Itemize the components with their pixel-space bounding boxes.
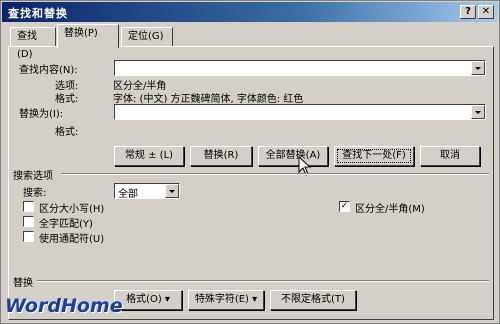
normal-button[interactable]: 常规 ± (L) — [114, 146, 184, 166]
special-button[interactable]: 特殊字符(E) ▾ — [188, 290, 264, 310]
tab-goto[interactable]: 定位(G) — [121, 27, 173, 47]
full-half-width-checkbox[interactable]: ✓ — [339, 201, 350, 212]
replace-history-dropdown[interactable] — [471, 105, 485, 119]
find-replace-dialog: 查找和替换 ? ✕ 查找(D) 替换(P) 定位(G) 查找内容(N): 选项:… — [0, 0, 500, 324]
tab-replace[interactable]: 替换(P) — [57, 24, 119, 48]
search-scope-select[interactable]: 全部 — [114, 183, 180, 200]
find-input[interactable] — [114, 60, 486, 76]
title-bar: 查找和替换 ? ✕ — [2, 2, 498, 22]
full-half-width-label[interactable]: 区分全/半角(M) — [355, 200, 425, 215]
search-scope-label: 搜索: — [23, 188, 47, 199]
whole-word-label[interactable]: 全字匹配(Y) — [39, 215, 93, 230]
cancel-button[interactable]: 取消 — [420, 146, 480, 166]
replace-button[interactable]: 替换(R) — [190, 146, 252, 166]
whole-word-checkbox[interactable] — [23, 216, 34, 227]
match-case-checkbox[interactable] — [23, 201, 34, 212]
find-format-value: 字体: (中文) 方正魏碑简体, 字体颜色: 红色 — [113, 94, 304, 105]
find-label: 查找内容(N): — [19, 65, 78, 76]
replace-format-label: 格式: — [55, 127, 79, 138]
search-options-divider — [61, 173, 489, 175]
tab-find[interactable]: 查找(D) — [10, 27, 56, 60]
replace-section-heading: 替换 — [13, 278, 33, 289]
find-history-dropdown[interactable] — [471, 61, 485, 75]
replace-panel — [8, 46, 494, 320]
find-format-label: 格式: — [55, 94, 79, 105]
no-format-button[interactable]: 不限定格式(T) — [270, 290, 356, 310]
close-button[interactable]: ✕ — [478, 5, 494, 19]
replace-label: 替换为(I): — [19, 109, 64, 120]
format-button[interactable]: 格式(O) ▾ — [114, 290, 182, 310]
replace-all-button[interactable]: 全部替换(A) — [258, 146, 328, 166]
replace-input[interactable] — [114, 104, 486, 120]
find-next-button[interactable]: 查找下一处(F) — [334, 146, 414, 166]
replace-section-divider — [37, 280, 489, 282]
dialog-title: 查找和替换 — [8, 7, 68, 20]
wordhome-watermark: WordHome — [5, 295, 123, 317]
search-scope-value: 全部 — [118, 189, 138, 200]
search-scope-dropdown[interactable] — [165, 184, 179, 198]
wildcards-label[interactable]: 使用通配符(U) — [39, 230, 104, 245]
search-options-heading: 搜索选项 — [13, 171, 53, 182]
match-case-label[interactable]: 区分大小写(H) — [39, 200, 104, 215]
help-button[interactable]: ? — [460, 5, 476, 19]
wildcards-checkbox[interactable] — [23, 231, 34, 242]
